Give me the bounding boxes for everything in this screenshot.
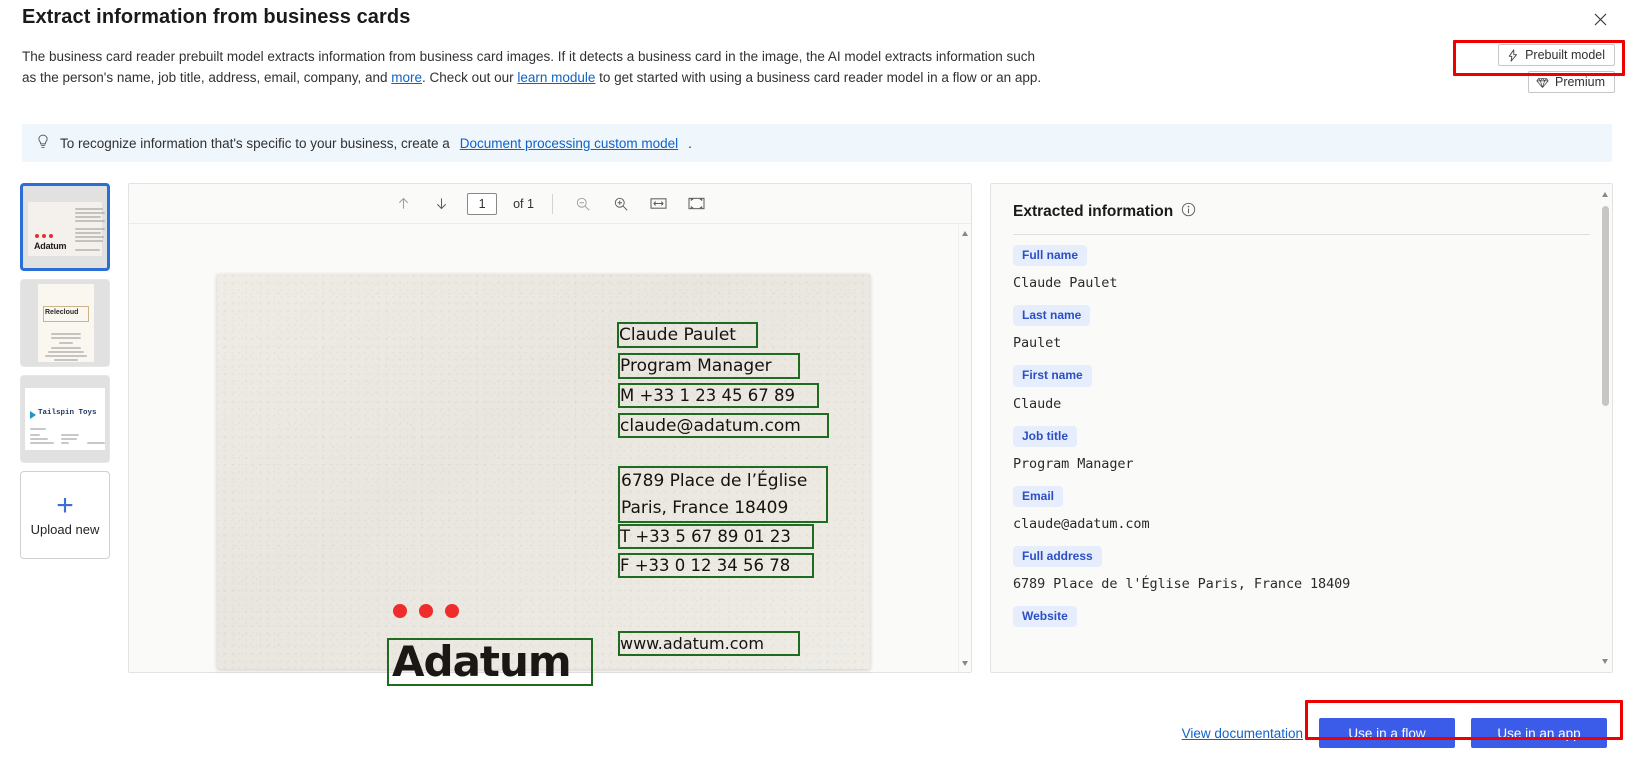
intro-text-3: to get started with using a business car…	[595, 70, 1042, 85]
arrow-down-icon[interactable]	[429, 192, 453, 216]
field-value: Program Manager	[1013, 455, 1134, 472]
field-email: Email claude@adatum.com	[1013, 485, 1590, 532]
ocr-box-company: Adatum	[387, 638, 593, 686]
ocr-box-email: claude@adatum.com	[618, 413, 829, 438]
field-job-title: Job title Program Manager	[1013, 425, 1590, 472]
model-badges: Prebuilt model Premium	[1498, 44, 1615, 93]
field-first-name: First name Claude	[1013, 365, 1590, 412]
extracted-information-panel: Extracted information Full name Claude P…	[990, 183, 1613, 673]
field-label: Email	[1013, 485, 1064, 507]
ocr-box-job-title: Program Manager	[618, 353, 800, 379]
field-value: Claude Paulet	[1013, 275, 1118, 292]
thumbnail-adatum[interactable]: Adatum	[20, 183, 110, 271]
custom-model-info-bar: To recognize information that's specific…	[22, 124, 1612, 162]
field-label: First name	[1013, 365, 1092, 387]
view-documentation-link[interactable]: View documentation	[1182, 726, 1303, 741]
fit-width-icon[interactable]	[647, 192, 671, 216]
arrow-up-icon[interactable]	[391, 192, 415, 216]
field-full-address: Full address 6789 Place de l'Église Pari…	[1013, 545, 1590, 593]
field-label: Job title	[1013, 425, 1078, 447]
lightning-bolt-icon	[1506, 48, 1519, 62]
document-processing-custom-model-link[interactable]: Document processing custom model	[460, 136, 678, 151]
document-thumbnail-rail: Adatum Relecloud Tailspin Toys + Upload …	[20, 183, 112, 559]
field-value: Paulet	[1013, 335, 1062, 352]
field-label: Full name	[1013, 245, 1088, 267]
tailspin-logo-triangle	[30, 411, 36, 419]
fit-page-icon[interactable]	[685, 192, 709, 216]
ocr-box-address: 6789 Place de l’Église Paris, France 184…	[618, 466, 828, 523]
scroll-up-icon[interactable]	[1602, 192, 1608, 197]
viewer-toolbar: of 1	[129, 184, 971, 224]
page-title: Extract information from business cards	[22, 6, 411, 28]
lightbulb-icon	[36, 134, 50, 153]
document-canvas[interactable]: Claude Paulet Program Manager M +33 1 23…	[129, 224, 971, 686]
document-vertical-scrollbar[interactable]	[958, 225, 971, 672]
diamond-icon	[1536, 76, 1549, 89]
learn-module-link[interactable]: learn module	[517, 70, 595, 85]
info-bar-text-after: .	[688, 135, 692, 151]
page-number-input[interactable]	[467, 192, 498, 215]
info-circle-icon[interactable]	[1181, 202, 1196, 222]
field-value: 6789 Place de l'Église Paris, France 184…	[1013, 576, 1351, 593]
extracted-fields-list: Full name Claude Paulet Last name Paulet…	[991, 235, 1612, 628]
ocr-address-line-1: 6789 Place de l’Église	[621, 470, 808, 491]
ocr-address-line-2: Paris, France 18409	[621, 497, 789, 518]
field-label: Full address	[1013, 545, 1102, 568]
ocr-box-full-name: Claude Paulet	[617, 322, 758, 348]
use-in-an-app-button[interactable]: Use in an app	[1471, 718, 1607, 748]
intro-text-2: . Check out our	[422, 70, 518, 85]
ocr-box-website: www.adatum.com	[618, 631, 800, 656]
field-last-name: Last name Paulet	[1013, 305, 1590, 351]
toolbar-divider	[551, 193, 553, 214]
use-in-a-flow-button[interactable]: Use in a flow	[1319, 718, 1455, 748]
page-total-label: of 1	[513, 196, 534, 211]
thumbnail-tailspin-label: Tailspin Toys	[38, 409, 97, 417]
adatum-logo-dots	[393, 604, 459, 618]
adatum-logo-dots	[35, 234, 53, 238]
zoom-in-icon[interactable]	[609, 192, 633, 216]
info-bar-text-before: To recognize information that's specific…	[60, 135, 450, 151]
scroll-down-icon[interactable]	[962, 661, 968, 666]
prebuilt-model-badge: Prebuilt model	[1498, 44, 1615, 66]
scroll-down-icon[interactable]	[1602, 659, 1608, 664]
ocr-box-fax: F +33 0 12 34 56 78	[618, 553, 814, 578]
zoom-out-icon[interactable]	[571, 192, 595, 216]
extracted-information-title: Extracted information	[1013, 203, 1174, 220]
more-link[interactable]: more	[391, 70, 422, 85]
thumbnail-relecloud-label: Relecloud	[45, 309, 79, 316]
upload-new-button[interactable]: + Upload new	[20, 471, 110, 559]
field-full-name: Full name Claude Paulet	[1013, 245, 1590, 291]
ocr-box-mobile: M +33 1 23 45 67 89	[618, 383, 819, 408]
scrollbar-thumb[interactable]	[1602, 206, 1609, 406]
panel-vertical-scrollbar[interactable]	[1599, 184, 1612, 672]
field-value: claude@adatum.com	[1013, 515, 1150, 532]
business-card-image: Claude Paulet Program Manager M +33 1 23…	[217, 274, 870, 686]
field-value: Claude	[1013, 395, 1062, 412]
field-website: Website	[1013, 606, 1590, 628]
thumbnail-relecloud[interactable]: Relecloud	[20, 279, 110, 367]
field-label: Last name	[1013, 305, 1091, 327]
thumbnail-adatum-label: Adatum	[34, 241, 67, 251]
document-viewer: of 1 Claude Paulet Program Manager M +33…	[128, 183, 972, 686]
premium-badge-label: Premium	[1554, 75, 1605, 89]
ocr-box-telephone: T +33 5 67 89 01 23	[618, 524, 814, 549]
close-icon[interactable]	[1585, 6, 1615, 32]
upload-new-label: Upload new	[30, 521, 100, 537]
company-logo-text: Adatum	[392, 637, 572, 686]
scroll-up-icon[interactable]	[962, 231, 968, 236]
premium-badge: Premium	[1527, 71, 1615, 93]
footer-actions: View documentation Use in a flow Use in …	[0, 690, 1629, 776]
plus-icon: +	[56, 488, 74, 522]
prebuilt-model-badge-label: Prebuilt model	[1525, 48, 1605, 62]
field-label: Website	[1013, 606, 1077, 628]
thumbnail-card-surface	[25, 388, 105, 450]
thumbnail-tailspin-toys[interactable]: Tailspin Toys	[20, 375, 110, 463]
intro-paragraph: The business card reader prebuilt model …	[22, 46, 1052, 88]
extracted-information-header: Extracted information	[991, 184, 1612, 222]
